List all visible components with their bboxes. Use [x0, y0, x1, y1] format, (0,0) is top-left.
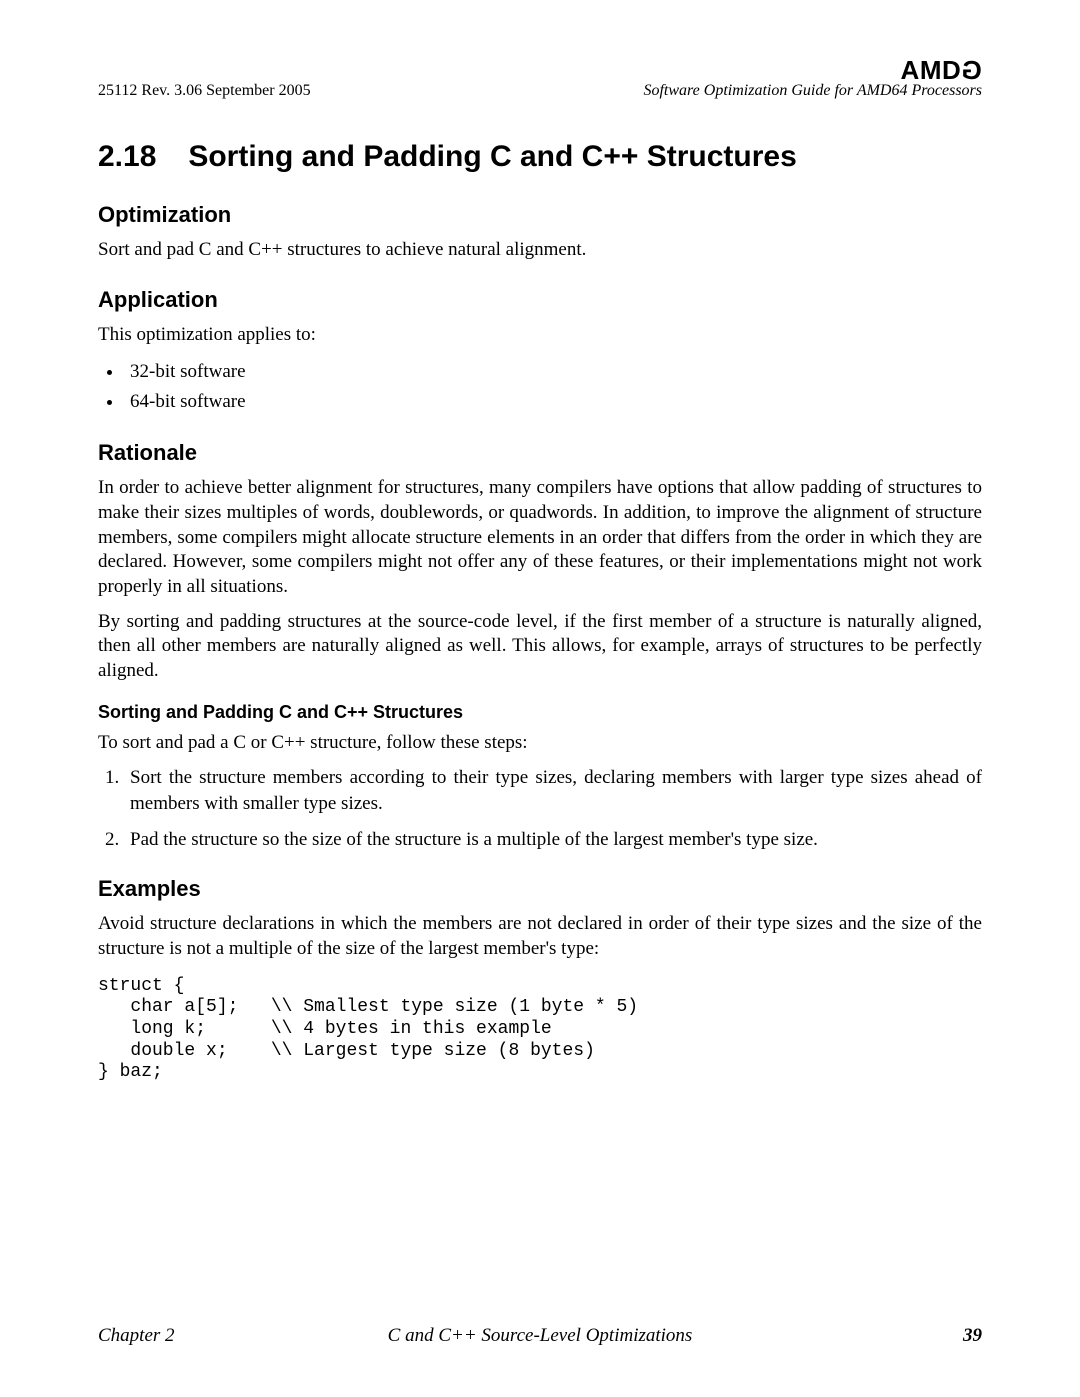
rationale-heading: Rationale: [98, 440, 982, 466]
logo-text: AMD: [901, 55, 962, 85]
header-meta: 25112 Rev. 3.06 September 2005 Software …: [98, 82, 982, 100]
examples-intro: Avoid structure declarations in which th…: [98, 912, 982, 961]
page-footer: Chapter 2 C and C++ Source-Level Optimiz…: [98, 1325, 982, 1347]
list-item: 64-bit software: [124, 387, 982, 416]
examples-heading: Examples: [98, 876, 982, 902]
optimization-heading: Optimization: [98, 202, 982, 228]
application-list: 32-bit software 64-bit software: [98, 357, 982, 416]
list-item: Pad the structure so the size of the str…: [124, 827, 982, 853]
rationale-p2: By sorting and padding structures at the…: [98, 610, 982, 684]
section-heading: 2.18 Sorting and Padding C and C++ Struc…: [98, 140, 982, 174]
page: AMDG 25112 Rev. 3.06 September 2005 Soft…: [0, 0, 1080, 1397]
content: 2.18 Sorting and Padding C and C++ Struc…: [98, 140, 982, 1084]
application-intro: This optimization applies to:: [98, 323, 982, 348]
doc-title: Software Optimization Guide for AMD64 Pr…: [643, 82, 982, 100]
list-item: Sort the structure members according to …: [124, 765, 982, 816]
optimization-text: Sort and pad C and C++ structures to ach…: [98, 238, 982, 263]
section-number: 2.18: [98, 140, 180, 174]
section-title: Sorting and Padding C and C++ Structures: [188, 140, 796, 173]
application-heading: Application: [98, 287, 982, 313]
code-block: struct { char a[5]; \\ Smallest type siz…: [98, 976, 982, 1084]
rationale-p1: In order to achieve better alignment for…: [98, 476, 982, 599]
howto-intro: To sort and pad a C or C++ structure, fo…: [98, 731, 982, 756]
list-item: 32-bit software: [124, 357, 982, 386]
footer-title: C and C++ Source-Level Optimizations: [98, 1325, 982, 1347]
doc-id: 25112 Rev. 3.06 September 2005: [98, 82, 311, 100]
howto-heading: Sorting and Padding C and C++ Structures: [98, 702, 982, 723]
howto-steps: Sort the structure members according to …: [98, 765, 982, 852]
